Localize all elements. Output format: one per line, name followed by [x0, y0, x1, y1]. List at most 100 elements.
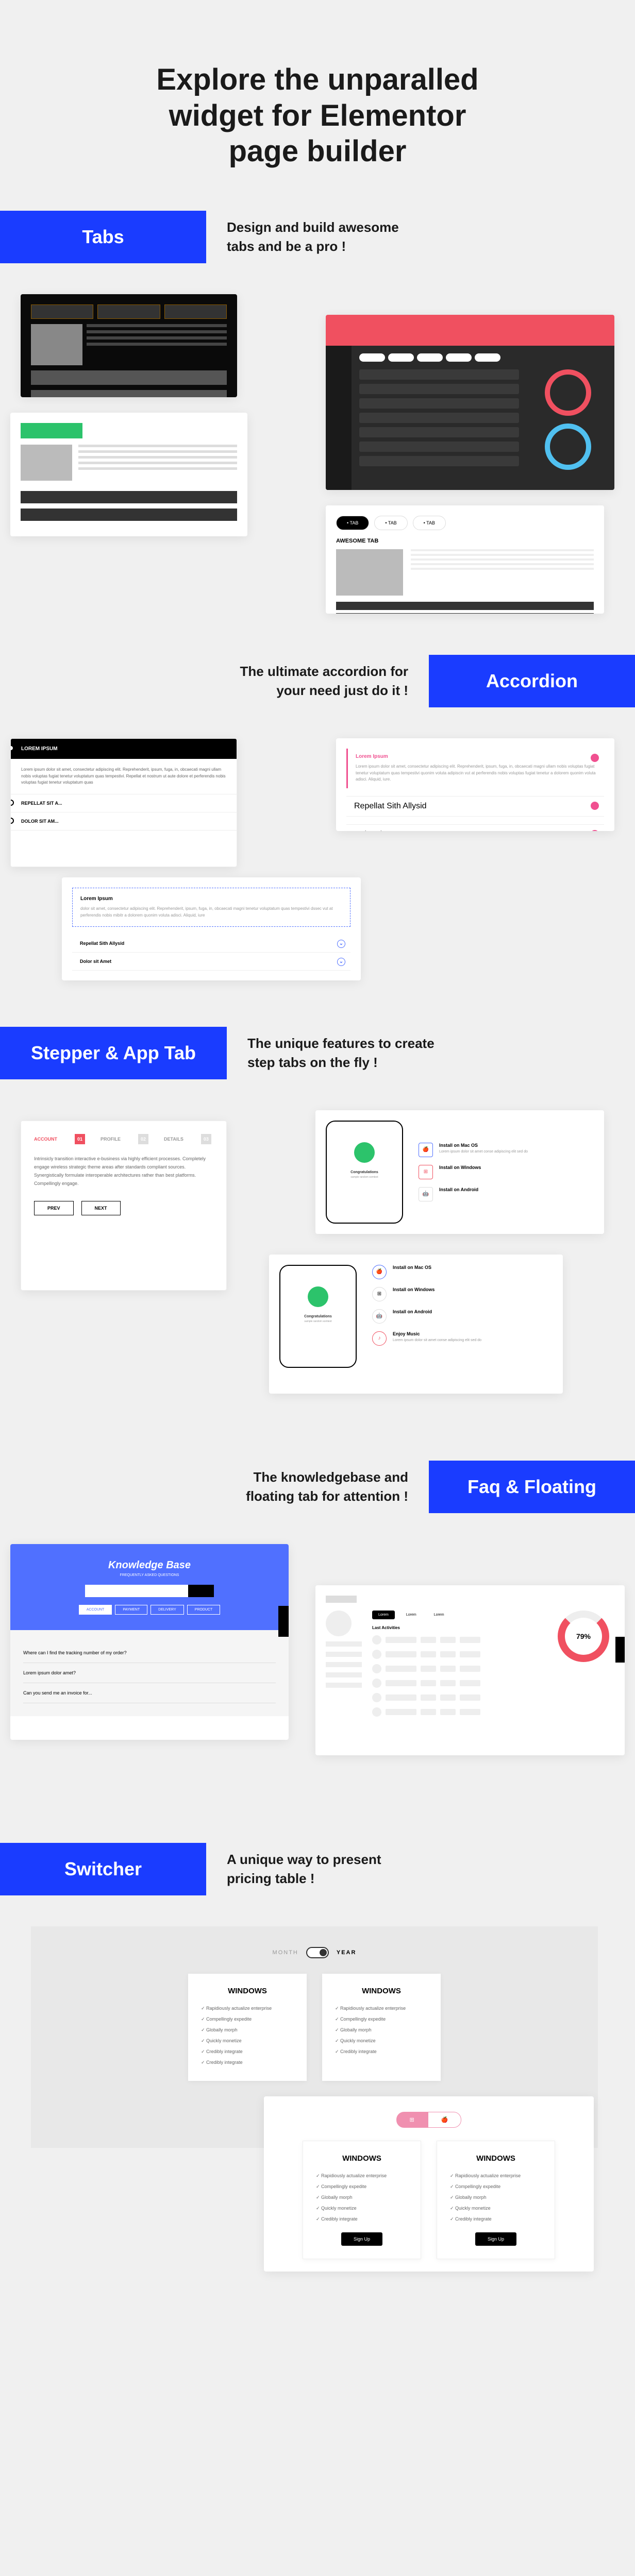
floating-tab[interactable]: [278, 1606, 289, 1637]
awesome-tab-title: AWESOME TAB: [336, 538, 594, 544]
kb-tab-product[interactable]: PRODUCT: [187, 1605, 221, 1615]
dash-tab-3[interactable]: Lorem: [428, 1611, 450, 1619]
phone-sub: sample random somtext: [335, 1176, 394, 1179]
acc-pink-item1[interactable]: Repellat Sith Allysid: [354, 802, 427, 810]
next-button[interactable]: NEXT: [81, 1201, 121, 1215]
faq-label: Faq & Floating: [429, 1461, 635, 1513]
app-tab-preview-1: Congratulations sample random somtext 🍎 I…: [315, 1110, 604, 1234]
donut-value: 79%: [576, 1632, 591, 1640]
price-card-3: WINDOWS Rapidiously actualize enterprise…: [303, 2141, 421, 2259]
price-card-1: WINDOWS Rapidiously actualize enterprise…: [188, 1974, 307, 2081]
switcher-label: Switcher: [0, 1843, 206, 1895]
stepper-section: Stepper & App Tab The unique features to…: [0, 1027, 635, 1419]
acc-dark-item1[interactable]: REPELLAT SIT A...: [21, 801, 62, 806]
price-card-4: WINDOWS Rapidiously actualize enterprise…: [437, 2141, 555, 2259]
step-tab-account[interactable]: ACCOUNT: [34, 1137, 57, 1142]
switcher-desc: A unique way to present pricing table !: [227, 1850, 423, 1888]
pill-windows[interactable]: ⊞: [396, 2112, 428, 2128]
accordion-preview-pink: Lorem Ipsum Lorem ipsum dolor sit amet, …: [336, 738, 614, 831]
kb-title: Knowledge Base: [26, 1560, 273, 1571]
accordion-section: The ultimate accordion for your need jus…: [0, 655, 635, 986]
phone-mockup-2: Congratulations sample random somtext: [279, 1265, 357, 1368]
windows-icon: ⊞: [372, 1287, 387, 1301]
prev-button[interactable]: PREV: [34, 1201, 74, 1215]
toggle-year[interactable]: YEAR: [337, 1950, 357, 1956]
step-tab-details[interactable]: DETAILS: [164, 1137, 183, 1142]
windows-icon: ⊞: [419, 1165, 433, 1179]
kb-tab-account[interactable]: ACCOUNT: [79, 1605, 112, 1615]
tabs-section: Tabs Design and build awesome tabs and b…: [0, 211, 635, 614]
tabs-label: Tabs: [0, 211, 206, 263]
accordion-desc: The ultimate accordion for your need jus…: [212, 662, 408, 700]
logo: [326, 1596, 357, 1603]
tabs-preview-awesome: • TAB • TAB • TAB AWESOME TAB: [326, 505, 604, 614]
kb-question-1[interactable]: Where can I find the tracking number of …: [23, 1643, 276, 1663]
faq-section: The knowledgebase and floating tab for a…: [0, 1461, 635, 1802]
step2-mac[interactable]: Install on Mac OS: [393, 1265, 553, 1270]
hero-heading: Explore the unparalled widget for Elemen…: [52, 62, 583, 170]
dash-tab-2[interactable]: Lorem: [400, 1611, 423, 1619]
kb-question-3[interactable]: Can you send me an invoice for...: [23, 1683, 276, 1703]
price-card-2: WINDOWS Rapidiously actualize enterprise…: [322, 1974, 441, 2081]
tabs-preview-white: [10, 413, 247, 536]
toggle-month[interactable]: MONTH: [273, 1950, 298, 1956]
minus-icon[interactable]: [591, 754, 599, 762]
phone-title: Congratulations: [335, 1171, 394, 1174]
acc-pink-title[interactable]: Lorem Ipsum: [356, 754, 596, 759]
hero-line1: Explore the unparalled: [156, 63, 478, 96]
kb-tab-delivery[interactable]: DELIVERY: [151, 1605, 184, 1615]
stepper-preview: ACCOUNT01 PROFILE02 DETAILS03 Intrinsicl…: [21, 1121, 227, 1291]
switcher-preview-2: ⊞ 🍎 WINDOWS Rapidiously actualize enterp…: [264, 2096, 594, 2272]
switcher-section: Switcher A unique way to present pricing…: [0, 1843, 635, 2277]
toggle-switch[interactable]: [306, 1947, 329, 1958]
kb-subtitle: FREQUENTLY ASKED QUESTIONS: [26, 1573, 273, 1577]
search-button[interactable]: [188, 1585, 214, 1597]
acc-blue-item2[interactable]: Dolor sit Amet: [80, 959, 111, 964]
hero-line3: page builder: [229, 134, 407, 168]
phone-mockup: Congratulations sample random somtext: [326, 1121, 403, 1224]
tab-pill-2[interactable]: • TAB: [374, 516, 407, 530]
dash-tab-1[interactable]: Lorem: [372, 1611, 395, 1619]
music-icon: ♪: [372, 1331, 387, 1346]
dashboard-preview-2: Lorem Lorem Lorem Last Activities: [315, 1585, 625, 1755]
plus-icon[interactable]: [591, 830, 599, 831]
step2-android[interactable]: Install on Android: [393, 1309, 553, 1314]
step2-windows[interactable]: Install on Windows: [393, 1287, 553, 1292]
accordion-preview-blue: Lorem Ipsum dolor sit amet, consectetur …: [62, 877, 361, 980]
price-title-1: WINDOWS: [201, 1987, 294, 1995]
kb-tab-payment[interactable]: PAYMENT: [115, 1605, 147, 1615]
step-mac[interactable]: Install on Mac OS: [439, 1143, 594, 1148]
stepper-desc: The unique features to create step tabs …: [247, 1034, 443, 1072]
tabs-preview-dark: [21, 294, 237, 397]
step-windows[interactable]: Install on Windows: [439, 1165, 594, 1170]
app-tab-preview-2: Congratulations sample random somtext 🍎 I…: [269, 1255, 563, 1394]
tab-pill-1[interactable]: • TAB: [336, 516, 369, 530]
apple-icon: 🍎: [419, 1143, 433, 1157]
pill-apple[interactable]: 🍎: [428, 2112, 462, 2128]
chevron-down-icon[interactable]: ⌄: [337, 958, 345, 966]
acc-dark-body: Lorem ipsum dolor sit amet, consectetur …: [11, 759, 237, 794]
tabs-preview-dashboard: [326, 315, 614, 490]
signup-button-2[interactable]: Sign Up: [475, 2232, 516, 2246]
signup-button-1[interactable]: Sign Up: [341, 2232, 382, 2246]
acc-dark-title: LOREM IPSUM: [21, 746, 58, 752]
floating-tab-2[interactable]: [615, 1637, 625, 1663]
step-android[interactable]: Install on Android: [439, 1187, 594, 1192]
apple-icon: 🍎: [372, 1265, 387, 1279]
stepper-label: Stepper & App Tab: [0, 1027, 227, 1079]
hero-line2: widget for Elementor: [169, 99, 466, 132]
acc-dark-item2[interactable]: DOLOR SIT AM...: [21, 819, 59, 824]
acc-pink-item2[interactable]: Dolor sit Amet: [354, 830, 406, 831]
accordion-preview-dark: LOREM IPSUM Lorem ipsum dolor sit amet, …: [10, 738, 237, 867]
faq-desc: The knowledgebase and floating tab for a…: [212, 1468, 408, 1505]
plus-icon[interactable]: [591, 802, 599, 810]
chevron-down-icon[interactable]: ⌄: [337, 940, 345, 948]
step2-music[interactable]: Enjoy Music: [393, 1331, 553, 1336]
kb-question-2[interactable]: Lorem ipsum dolor amet?: [23, 1663, 276, 1683]
android-icon: 🤖: [372, 1309, 387, 1324]
acc-blue-item1[interactable]: Repellat Sith Allysid: [80, 941, 124, 946]
search-input[interactable]: [85, 1585, 188, 1597]
tab-pill-3[interactable]: • TAB: [413, 516, 446, 530]
acc-blue-title[interactable]: Lorem Ipsum: [80, 896, 342, 902]
step-tab-profile[interactable]: PROFILE: [101, 1137, 121, 1142]
